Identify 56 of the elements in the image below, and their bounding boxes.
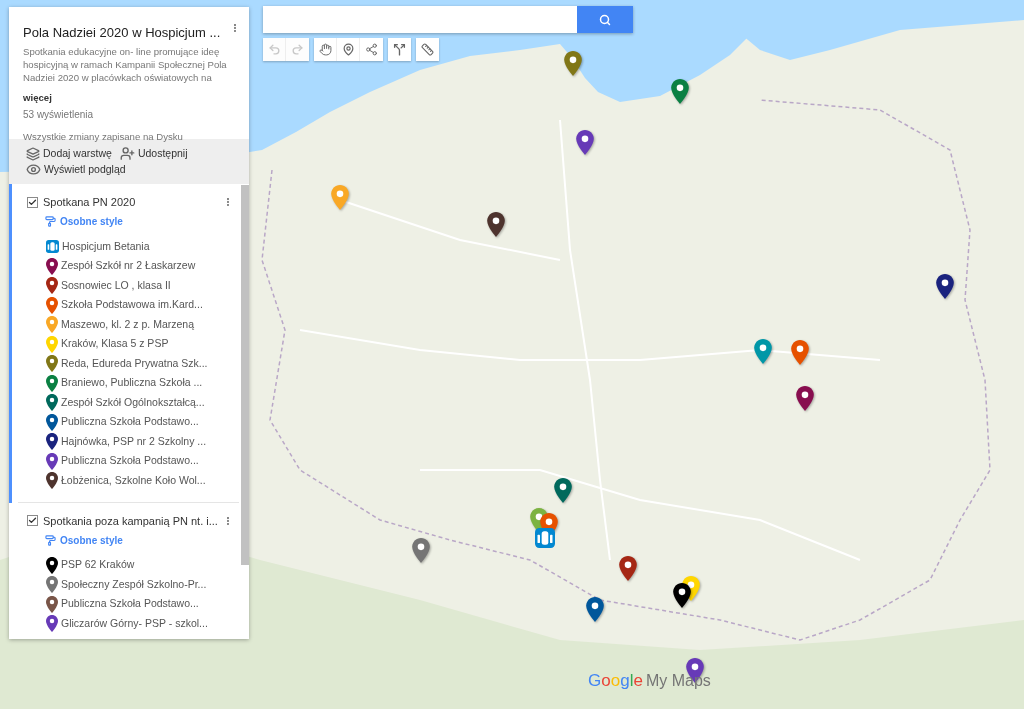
place-item[interactable]: Hospicjum Betania (12, 237, 241, 257)
map-title[interactable]: Pola Nadziei 2020 w Hospicjum ... (23, 24, 221, 42)
measure-tool-button[interactable] (416, 38, 439, 61)
marker-tool-button[interactable] (337, 38, 360, 61)
place-item[interactable]: Gliczarów Górny- PSP - szkol... (12, 614, 241, 634)
place-item[interactable]: Publiczna Szkoła Podstawo... (12, 451, 241, 471)
add-person-icon (119, 146, 135, 161)
share-button[interactable]: Udostępnij (119, 146, 188, 161)
place-item[interactable]: Łobżenica, Szkolne Koło Wol... (12, 471, 241, 491)
check-icon (28, 197, 37, 207)
layer-panel[interactable] (9, 184, 241, 503)
layer-title[interactable]: Spotkana PN 2020 (43, 195, 136, 209)
place-item[interactable]: Publiczna Szkoła Podstawo... (12, 594, 241, 614)
layer-checkbox[interactable] (27, 515, 38, 526)
place-item[interactable]: Szkoła Podstawowa im.Kard... (12, 295, 241, 315)
place-item[interactable]: Społeczny Zespół Szkolno-Pr... (12, 575, 241, 595)
search-button[interactable] (577, 6, 633, 33)
layer-panel[interactable]: Spotkania poza kampanią PN nt. i... Osobne style PSP 62 Kraków Społeczny Zespół Szkolno-Pr... Publiczna Szkoła Podstawo... Gliczarów Górny- PSP - szkol... (9, 502, 241, 639)
map-description: Spotkania edukacyjne on- line promujące ideę hospicyjną w ramach Kampanii Społecznej Pola Nadziei 2020 w placówkach oświatowych na (23, 45, 228, 84)
place-item[interactable]: Zespół Szkół nr 2 Łaskarzew (12, 256, 241, 276)
line-tool-button[interactable] (360, 38, 383, 61)
layers-icon (26, 146, 40, 161)
map-pin-icon (341, 43, 355, 56)
undo-icon (267, 43, 281, 56)
search-field[interactable] (263, 6, 577, 33)
scrollbar-thumb[interactable] (241, 185, 249, 565)
eye-icon (26, 162, 41, 177)
place-item[interactable]: Maszewo, kl. 2 z p. Marzeną (12, 315, 241, 335)
place-item[interactable]: Publiczna Szkoła Podstawo... (12, 412, 241, 432)
place-item[interactable]: Sosnowiec LO , klasa II (12, 276, 241, 296)
pan-tool-button[interactable] (314, 38, 337, 61)
paint-roller-icon (45, 215, 56, 228)
view-count: 53 wyświetlenia (23, 108, 94, 121)
preview-button[interactable]: Wyświetl podgląd (26, 162, 249, 177)
redo-icon (291, 43, 304, 56)
search-icon (599, 13, 611, 26)
place-item[interactable]: Hajnówka, PSP nr 2 Szkolny ... (12, 432, 241, 452)
layer-title[interactable]: Spotkania poza kampanią PN nt. i... (43, 513, 218, 528)
style-link[interactable]: Osobne style (45, 212, 123, 231)
route-tool-button[interactable] (388, 38, 411, 61)
hand-icon (318, 43, 332, 56)
fork-arrow-icon (393, 43, 406, 56)
ruler-icon (421, 43, 434, 56)
more-link[interactable]: więcej (23, 92, 52, 104)
map-logo: Google My Maps (588, 671, 711, 691)
connected-nodes-icon (365, 43, 378, 56)
style-link[interactable]: Osobne style (45, 530, 123, 550)
place-item[interactable]: Kraków, Klasa 5 z PSP (12, 334, 241, 354)
place-item[interactable]: Reda, Edureda Prywatna Szk... (12, 354, 241, 374)
layer-checkbox[interactable] (27, 196, 38, 208)
check-icon (28, 516, 37, 525)
save-status: Wszystkie zmiany zapisane na Dysku (23, 130, 183, 143)
place-item[interactable]: PSP 62 Kraków (12, 555, 241, 575)
paint-roller-icon (45, 533, 56, 547)
place-item[interactable]: Braniewo, Publiczna Szkoła ... (12, 373, 241, 393)
place-item[interactable]: Zespół Szkół Ogólnokształcą... (12, 393, 241, 413)
